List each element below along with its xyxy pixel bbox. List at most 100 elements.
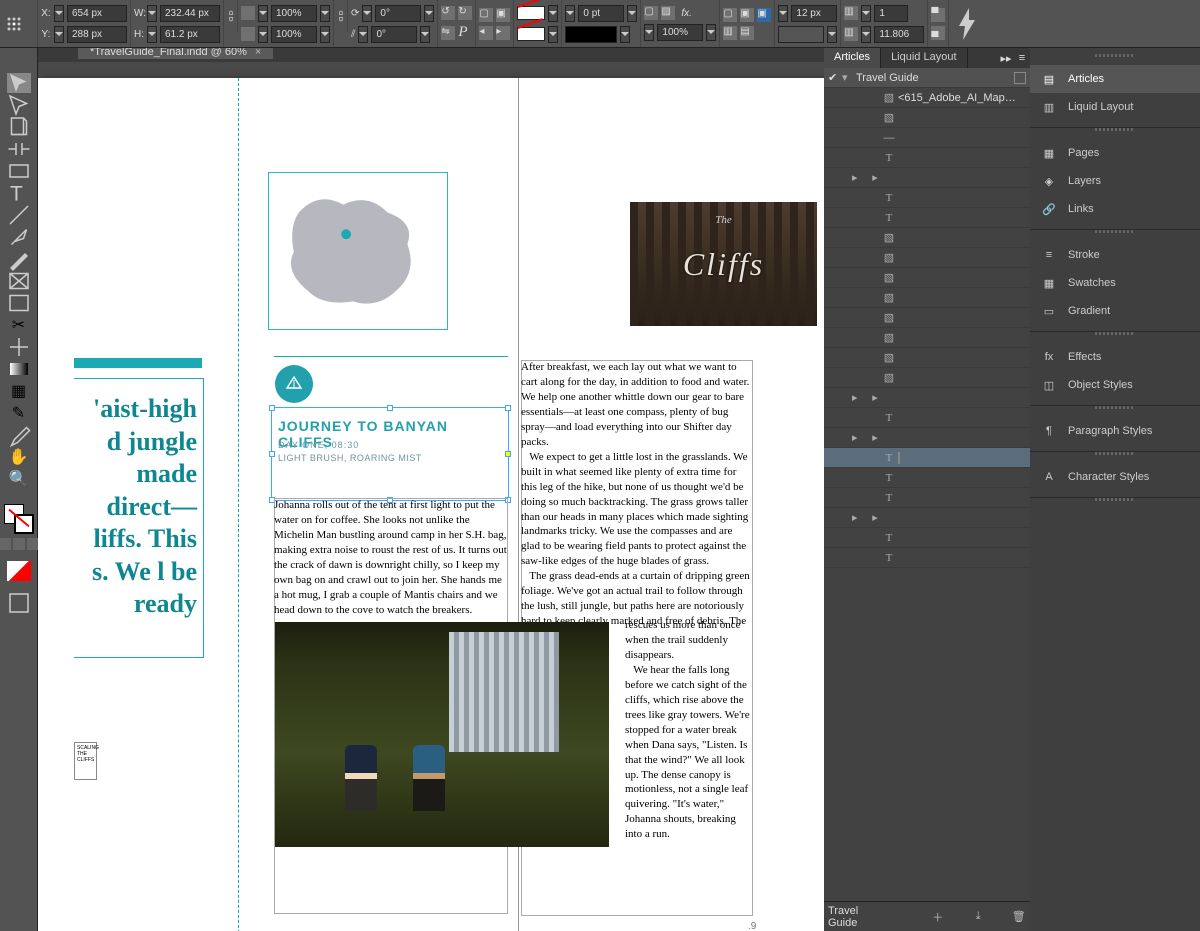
pull-quote[interactable]: 'aist-high d jungle made direct— liffs. … [74, 378, 204, 658]
shear-field[interactable]: 0° [371, 26, 417, 43]
note-tool[interactable]: ✎ [7, 403, 31, 423]
add-to-article-button[interactable]: ⤓ [971, 910, 986, 923]
handle-ml[interactable] [269, 451, 275, 457]
panel-button-liquid-layout[interactable]: ▥Liquid Layout [1030, 93, 1200, 121]
h-field[interactable]: 61.2 px [160, 26, 220, 43]
article-item[interactable]: ▧ [824, 228, 1030, 248]
gradient-feather-tool[interactable]: ▦ [7, 381, 31, 401]
flip-h-icon[interactable]: ⇋ [441, 26, 455, 40]
line-tool[interactable] [7, 205, 31, 225]
stroke-weight-drop[interactable] [627, 5, 637, 22]
stroke-weight-stepper[interactable] [565, 5, 575, 22]
article-item[interactable]: T [824, 208, 1030, 228]
wrap-extra-drop[interactable] [827, 26, 837, 43]
columns-stepper[interactable] [861, 5, 871, 22]
chapter-medallion[interactable] [275, 365, 313, 403]
panel-button-pages[interactable]: ▦Pages [1030, 139, 1200, 167]
rotate-field[interactable]: 0° [375, 5, 421, 22]
columns-field[interactable]: 1 [874, 5, 908, 22]
close-tab-icon[interactable]: × [255, 48, 261, 58]
item-target-icon[interactable] [898, 452, 900, 464]
opacity-stepper[interactable] [644, 24, 654, 41]
gradient-swatch-tool[interactable] [7, 359, 31, 379]
page-tool[interactable] [7, 117, 31, 137]
stroke-drop[interactable] [548, 26, 558, 43]
article-item[interactable]: ▸▸ [824, 508, 1030, 528]
expand-icon[interactable]: ▸ [852, 171, 866, 184]
article-item[interactable]: ▧ [824, 348, 1030, 368]
rotate-ccw-icon[interactable]: ↺ [441, 6, 455, 20]
rotate-stepper[interactable] [362, 5, 372, 22]
article-item[interactable]: ▸▸ [824, 388, 1030, 408]
article-item[interactable]: T [824, 488, 1030, 508]
balance-columns-icon[interactable]: ▄ [931, 26, 945, 40]
y-field[interactable]: 288 px [67, 26, 127, 43]
article-item[interactable]: ▧ [824, 248, 1030, 268]
constrain-wh[interactable] [224, 0, 238, 32]
w-stepper[interactable] [147, 5, 157, 22]
cliffs-photo-frame[interactable]: TheCliffs [630, 202, 817, 326]
x-stepper[interactable] [54, 5, 64, 22]
scale-y-drop[interactable] [320, 26, 330, 43]
select-content-icon[interactable]: ▣ [496, 8, 510, 22]
article-item[interactable]: ▧ [824, 108, 1030, 128]
corner-options-icon[interactable]: ▢ [644, 6, 658, 20]
article-target-icon[interactable] [1014, 72, 1026, 84]
panel-button-swatches[interactable]: ▦Swatches [1030, 269, 1200, 297]
handle-mr[interactable] [505, 451, 511, 457]
stroke-weight-field[interactable]: 0 pt [578, 5, 624, 22]
article-expand-icon[interactable]: ▾ [842, 71, 856, 84]
article-item[interactable]: T [824, 448, 1030, 468]
mini-frame[interactable]: SCALING THE CLIFFS [74, 742, 97, 780]
page-spread[interactable]: TheCliffs 'aist-high d jungle made direc… [38, 78, 824, 931]
wrap-none-icon[interactable]: ▢ [723, 8, 737, 22]
wrap-offset-stepper[interactable] [778, 5, 788, 22]
w-field[interactable]: 232.44 px [160, 5, 220, 22]
constrain-scale[interactable] [334, 0, 348, 32]
zoom-tool[interactable]: 🔍 [7, 469, 31, 489]
fx-button[interactable]: fx. [678, 8, 695, 19]
shear-drop[interactable] [420, 26, 430, 43]
default-fill-stroke[interactable] [7, 561, 31, 581]
article-item[interactable]: T [824, 548, 1030, 568]
gutter-field[interactable]: 11.806 [874, 26, 924, 43]
article-item[interactable]: ▧ [824, 268, 1030, 288]
opacity-arrow[interactable] [706, 24, 716, 41]
stroke-swatch[interactable] [517, 27, 545, 41]
expand-icon[interactable]: ▸ [852, 511, 866, 524]
scale-x-stepper[interactable] [258, 5, 268, 22]
rectangle-frame-tool[interactable] [7, 271, 31, 291]
stroke-style-drop[interactable] [620, 26, 630, 43]
direct-selection-tool[interactable] [7, 95, 31, 115]
panel-button-articles[interactable]: ▤Articles [1030, 65, 1200, 93]
wrap-offset-field[interactable]: 12 px [791, 5, 837, 22]
select-next-icon[interactable]: ▸ [496, 26, 510, 40]
panel-menu-icon[interactable]: ≡ [1014, 48, 1030, 68]
body-col-3[interactable]: rescues us more than once when the trail… [625, 618, 751, 842]
articles-list[interactable]: ✔ ▾ Travel Guide ▧<615_Adobe_AI_Map…▧—T▸… [824, 68, 1030, 901]
panel-tab-liquid[interactable]: Liquid Layout [881, 48, 967, 68]
map-frame[interactable] [268, 172, 448, 330]
stroke-style-field[interactable] [565, 26, 617, 43]
scale-y-field[interactable]: 100% [271, 26, 317, 43]
panel-button-paragraph-styles[interactable]: ¶Paragraph Styles [1030, 417, 1200, 445]
wrap-extra-field[interactable] [778, 26, 824, 43]
drop-shadow-icon[interactable]: ▨ [661, 6, 675, 20]
scale-x-drop[interactable] [320, 5, 330, 22]
article-item[interactable]: — [824, 128, 1030, 148]
select-container-icon[interactable]: ▢ [479, 8, 493, 22]
panel-button-effects[interactable]: fxEffects [1030, 343, 1200, 371]
article-item[interactable]: ▧ [824, 308, 1030, 328]
rectangle-tool[interactable] [7, 293, 31, 313]
wrap-shape-icon[interactable]: ▣ [757, 8, 771, 22]
article-item[interactable]: ▸▸ [824, 168, 1030, 188]
article-item[interactable]: T [824, 468, 1030, 488]
fill-stroke-proxy[interactable] [4, 504, 34, 534]
article-item[interactable]: ▸▸ [824, 428, 1030, 448]
delete-article-button[interactable]: 🗑 [1011, 910, 1026, 923]
article-check-icon[interactable]: ✔ [828, 71, 842, 84]
scale-x-field[interactable]: 100% [271, 5, 317, 22]
hiking-photo-frame[interactable] [275, 622, 609, 847]
panel-collapse-icon[interactable]: ▸▸ [998, 48, 1014, 68]
view-mode-button[interactable] [7, 593, 31, 613]
